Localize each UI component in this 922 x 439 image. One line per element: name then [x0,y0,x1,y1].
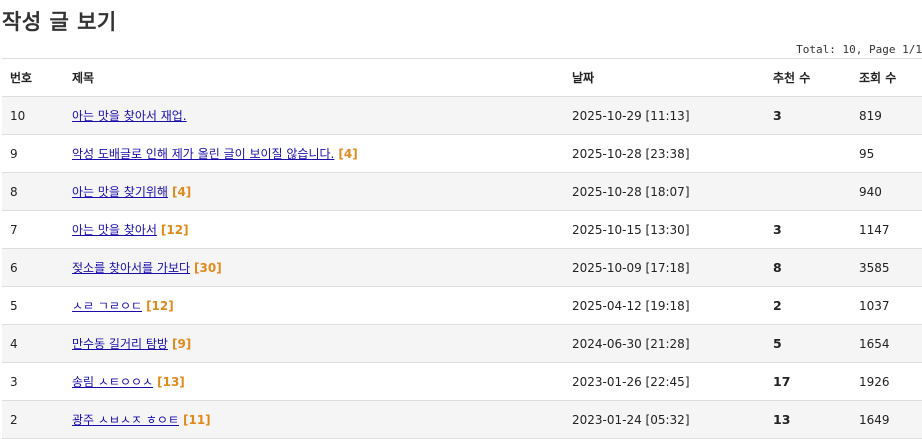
post-title-link[interactable]: 광주 ㅅㅂㅅㅈ ㅎㅇㅌ [72,413,179,427]
post-number: 6 [2,248,64,287]
post-date: 2025-10-09 [17:18] [564,248,765,287]
recommend-count [765,172,851,211]
table-header-row: 번호 제목 날짜 추천 수 조회 수 [2,58,922,97]
post-title-cell: 아는 맛을 찾아서 [12] [64,210,564,249]
view-count: 940 [851,172,922,211]
post-title-link[interactable]: 젖소를 찾아서를 가보다 [72,261,190,275]
table-row: 9 악성 도배글로 인해 제가 올린 글이 보이질 않습니다. [4] 2025-… [2,134,922,173]
header-views: 조회 수 [851,58,922,97]
post-number: 8 [2,172,64,211]
post-date: 2025-10-28 [23:38] [564,134,765,173]
view-count: 95 [851,134,922,173]
post-title-link[interactable]: 만수동 길거리 탐방 [72,337,168,351]
view-count: 819 [851,96,922,135]
comment-count: [9] [171,337,192,351]
post-date: 2023-01-24 [05:32] [564,400,765,439]
post-date: 2024-06-30 [21:28] [564,324,765,363]
comment-count: [13] [157,375,185,389]
post-number: 2 [2,400,64,439]
view-count: 1926 [851,362,922,401]
table-row: 6 젖소를 찾아서를 가보다 [30] 2025-10-09 [17:18] 8 … [2,248,922,287]
view-count: 1037 [851,286,922,325]
post-title-link[interactable]: 아는 맛을 찾기위해 [72,185,168,199]
page-title: 작성 글 보기 [2,10,117,34]
post-date: 2025-10-28 [18:07] [564,172,765,211]
comment-count: [12] [146,299,174,313]
view-count: 1147 [851,210,922,249]
post-date: 2025-04-12 [19:18] [564,286,765,325]
post-number: 3 [2,362,64,401]
recommend-count: 2 [765,286,851,325]
table-row: 3 송림 ㅅㅌㅇㅇㅅ [13] 2023-01-26 [22:45] 17 192… [2,362,922,401]
table-row: 8 아는 맛을 찾기위해 [4] 2025-10-28 [18:07] 940 [2,172,922,211]
recommend-count [765,134,851,173]
recommend-count: 5 [765,324,851,363]
post-title-cell: 젖소를 찾아서를 가보다 [30] [64,248,564,287]
posts-table: 번호 제목 날짜 추천 수 조회 수 10 아는 맛을 찾아서 재업. 2025… [2,58,922,439]
post-title-cell: 송림 ㅅㅌㅇㅇㅅ [13] [64,362,564,401]
table-row: 10 아는 맛을 찾아서 재업. 2025-10-29 [11:13] 3 81… [2,96,922,135]
post-title-link[interactable]: 아는 맛을 찾아서 재업. [72,109,187,123]
header-title: 제목 [64,58,564,97]
table-row: 7 아는 맛을 찾아서 [12] 2025-10-15 [13:30] 3 114… [2,210,922,249]
table-row: 2 광주 ㅅㅂㅅㅈ ㅎㅇㅌ [11] 2023-01-24 [05:32] 13 … [2,400,922,439]
recommend-count: 13 [765,400,851,439]
view-count: 1649 [851,400,922,439]
recommend-count: 8 [765,248,851,287]
post-title-link[interactable]: 악성 도배글로 인해 제가 올린 글이 보이질 않습니다. [72,147,334,161]
post-title-cell: ㅅㄹ ㄱㄹㅇㄷ [12] [64,286,564,325]
comment-count: [4] [171,185,192,199]
post-number: 10 [2,96,64,135]
post-date: 2023-01-26 [22:45] [564,362,765,401]
header-recommend: 추천 수 [765,58,851,97]
table-row: 4 만수동 길거리 탐방 [9] 2024-06-30 [21:28] 5 165… [2,324,922,363]
post-title-cell: 광주 ㅅㅂㅅㅈ ㅎㅇㅌ [11] [64,400,564,439]
post-title-cell: 만수동 길거리 탐방 [9] [64,324,564,363]
comment-count: [30] [194,261,222,275]
post-date: 2025-10-15 [13:30] [564,210,765,249]
table-row: 5 ㅅㄹ ㄱㄹㅇㄷ [12] 2025-04-12 [19:18] 2 1037 [2,286,922,325]
post-title-cell: 아는 맛을 찾아서 재업. [64,96,564,135]
post-number: 4 [2,324,64,363]
header-date: 날짜 [564,58,765,97]
post-number: 9 [2,134,64,173]
post-title-link[interactable]: ㅅㄹ ㄱㄹㅇㄷ [72,299,142,313]
view-count: 3585 [851,248,922,287]
recommend-count: 3 [765,96,851,135]
post-title-cell: 아는 맛을 찾기위해 [4] [64,172,564,211]
post-title-link[interactable]: 송림 ㅅㅌㅇㅇㅅ [72,375,153,389]
recommend-count: 3 [765,210,851,249]
recommend-count: 17 [765,362,851,401]
total-count: Total: 10, Page 1/1 [796,43,922,56]
comment-count: [4] [338,147,358,161]
comment-count: [12] [160,223,189,237]
header-no: 번호 [2,58,64,97]
post-number: 5 [2,286,64,325]
view-count: 1654 [851,324,922,363]
post-title-cell: 악성 도배글로 인해 제가 올린 글이 보이질 않습니다. [4] [64,134,564,173]
post-number: 7 [2,210,64,249]
comment-count: [11] [183,413,211,427]
post-title-link[interactable]: 아는 맛을 찾아서 [72,223,157,237]
post-date: 2025-10-29 [11:13] [564,96,765,135]
